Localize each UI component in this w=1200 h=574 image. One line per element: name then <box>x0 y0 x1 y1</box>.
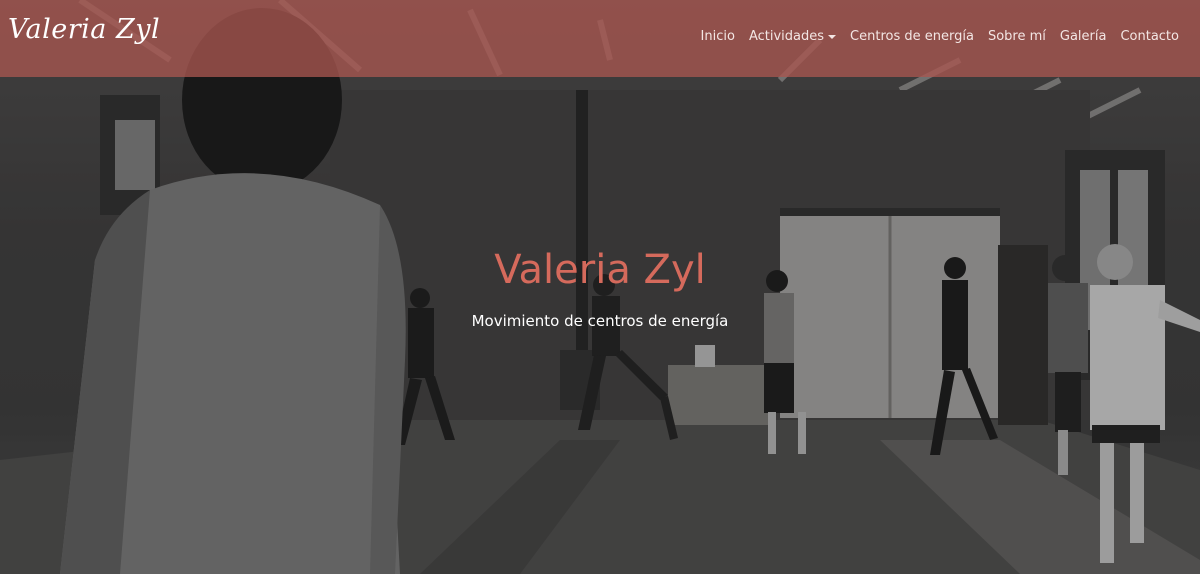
navbar: Valeria Zyl Inicio Actividades Centros d… <box>0 0 1200 77</box>
caret-down-icon <box>828 34 837 39</box>
nav-item-label: Contacto <box>1120 29 1179 44</box>
nav-item-label: Actividades <box>748 29 825 44</box>
nav-item-actividades[interactable]: Actividades <box>748 29 837 44</box>
hero-title: Valeria Zyl <box>494 247 706 293</box>
nav-item-inicio[interactable]: Inicio <box>701 29 735 44</box>
nav-item-label: Inicio <box>700 29 735 44</box>
nav-item-contacto[interactable]: Contacto <box>1120 29 1179 44</box>
nav-item-label: Galería <box>1059 29 1107 44</box>
nav-item-centros-de-energia[interactable]: Centros de energía <box>850 29 974 44</box>
hero-section: Valeria Zyl Inicio Actividades Centros d… <box>0 0 1200 574</box>
nav-item-label: Sobre mí <box>987 29 1046 44</box>
hero-subtitle: Movimiento de centros de energía <box>471 312 729 330</box>
brand-logo[interactable]: Valeria Zyl <box>8 14 160 45</box>
nav-item-label: Centros de energía <box>850 29 974 44</box>
nav-item-galeria[interactable]: Galería <box>1060 29 1107 44</box>
nav-menu: Inicio Actividades Centros de energía So… <box>701 29 1179 44</box>
nav-item-sobre-mi[interactable]: Sobre mí <box>988 29 1046 44</box>
